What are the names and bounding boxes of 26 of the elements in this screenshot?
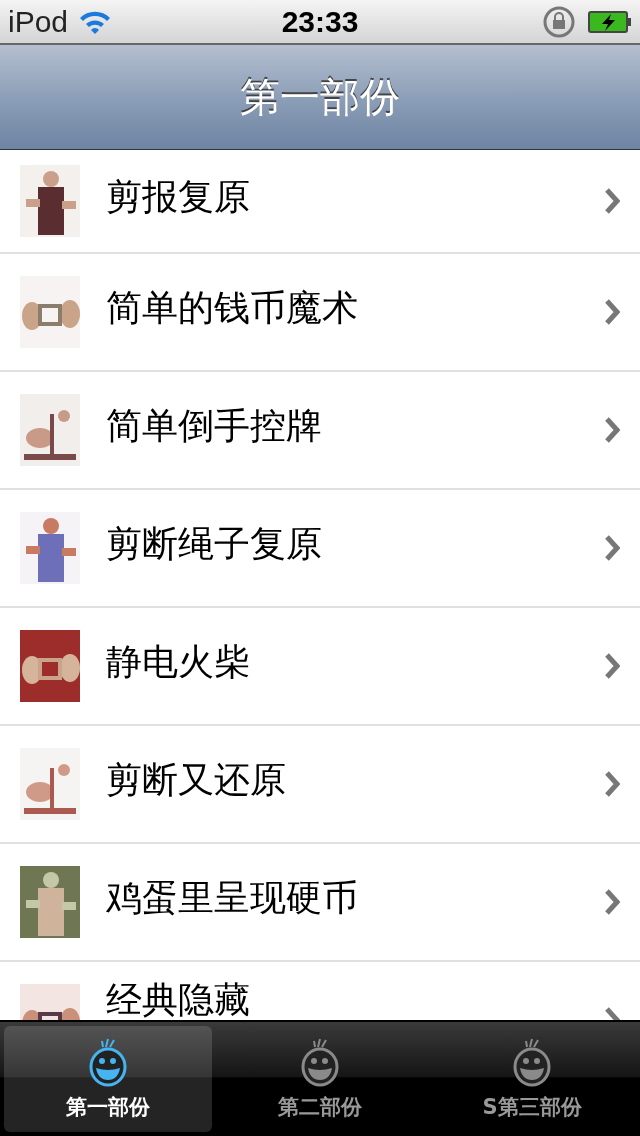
- chevron-icon: [604, 416, 620, 444]
- clock-time: 23:33: [281, 4, 359, 38]
- smiley-icon: [88, 1037, 128, 1087]
- smiley-icon: [512, 1037, 552, 1087]
- row-title: 剪断又还原: [106, 762, 287, 798]
- tab[interactable]: 第二部份: [216, 1026, 424, 1132]
- battery-icon: [588, 9, 632, 34]
- chevron-icon: [604, 652, 620, 680]
- row-title: 静电火柴: [106, 644, 251, 680]
- carrier-name: iPod: [8, 4, 69, 39]
- chevron-icon: [604, 187, 620, 215]
- row-title: 简单的钱币魔术: [106, 290, 359, 326]
- chevron-icon: [604, 534, 620, 562]
- chevron-icon: [604, 888, 620, 916]
- chevron-icon: [604, 770, 620, 798]
- row-title: 剪断绳子复原: [106, 526, 323, 562]
- row-title: 经典隐藏: [106, 982, 251, 1018]
- rotation-lock-icon: [542, 4, 576, 39]
- smiley-icon: [300, 1037, 340, 1087]
- tab[interactable]: S第三部份: [428, 1026, 636, 1132]
- row-title: 简单倒手控牌: [106, 408, 323, 444]
- row-title: 剪报复原: [106, 179, 251, 215]
- chevron-icon: [604, 298, 620, 326]
- nav-title: 第一部份: [240, 72, 400, 122]
- tab[interactable]: 第一部份: [4, 1026, 212, 1132]
- row-title: 鸡蛋里呈现硬币: [106, 880, 359, 916]
